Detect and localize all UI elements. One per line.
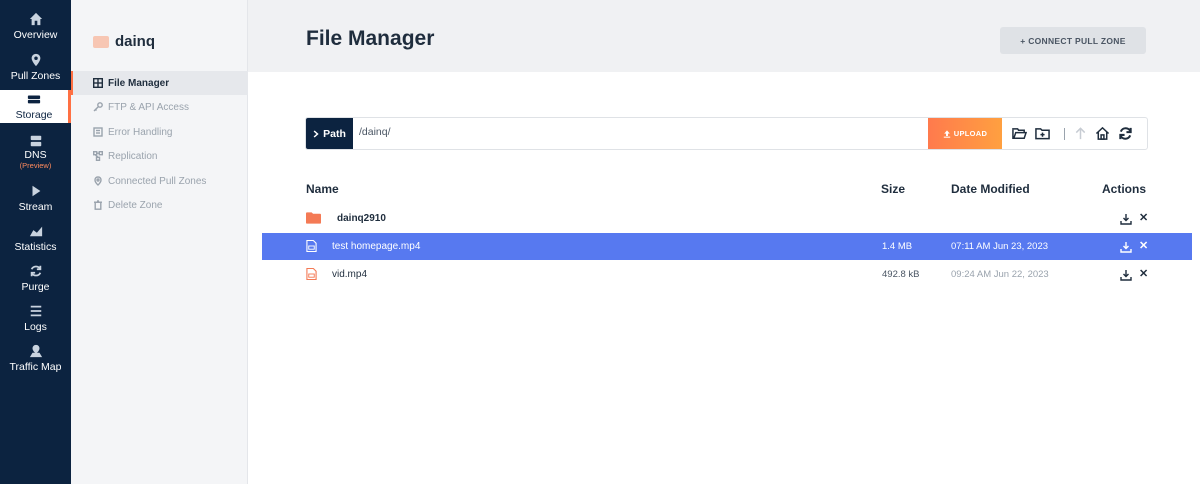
path-bar: Path /dainq/ UPLOAD (305, 117, 1148, 150)
zone-menu-label: Delete Zone (108, 199, 163, 211)
zone-menu-label: Connected Pull Zones (108, 175, 207, 187)
table-row[interactable]: dainq2910 ✕ (262, 205, 1192, 232)
nav-sublabel: (Preview) (19, 161, 52, 170)
nav-item-statistics[interactable]: Statistics (0, 222, 71, 262)
page-title: File Manager (306, 27, 435, 50)
table-row[interactable]: test homepage.mp4 1.4 MB 07:11 AM Jun 23… (262, 233, 1192, 260)
file-name[interactable]: test homepage.mp4 (332, 241, 420, 252)
column-header-name[interactable]: Name (306, 182, 339, 196)
trash-icon (94, 200, 102, 210)
zone-menu-file-manager[interactable]: File Manager (71, 71, 248, 95)
file-size: 492.8 kB (882, 269, 920, 280)
nav-label: Storage (15, 109, 53, 121)
file-name[interactable]: vid.mp4 (332, 269, 367, 280)
zone-menu-ftp-api[interactable]: FTP & API Access (71, 95, 248, 119)
zone-menu-delete-zone[interactable]: Delete Zone (71, 193, 248, 217)
nav-label: Traffic Map (9, 361, 62, 373)
nav-item-pull-zones[interactable]: Pull Zones (0, 51, 71, 91)
zone-name: dainq (115, 33, 155, 50)
nav-label: Overview (13, 29, 58, 41)
zone-title: dainq (93, 33, 155, 50)
upload-label: UPLOAD (953, 129, 988, 138)
column-header-date-modified[interactable]: Date Modified (951, 182, 1030, 196)
zone-menu-label: File Manager (108, 77, 170, 89)
file-size: 1.4 MB (882, 241, 913, 252)
column-header-actions: Actions (1102, 182, 1147, 196)
delete-icon[interactable]: ✕ (1139, 239, 1148, 252)
play-icon (32, 185, 40, 197)
grid-icon (93, 78, 103, 88)
folder-icon (306, 212, 321, 224)
nav-item-logs[interactable]: Logs (0, 302, 71, 342)
delete-icon[interactable]: ✕ (1139, 267, 1148, 280)
zone-menu-label: Replication (108, 150, 158, 162)
download-icon[interactable] (1120, 268, 1132, 281)
map-pin-icon (29, 344, 42, 358)
video-file-icon (306, 239, 317, 253)
upload-button[interactable]: UPLOAD (928, 118, 1002, 149)
zone-panel: dainq File Manager FTP & API Access Erro… (71, 0, 248, 484)
zone-menu-connected-pull-zones[interactable]: Connected Pull Zones (71, 169, 248, 193)
nav-label: DNS (24, 149, 47, 161)
file-date: 07:11 AM Jun 23, 2023 (951, 241, 1049, 252)
path-input[interactable]: /dainq/ (359, 126, 391, 138)
location-pin-icon (94, 176, 102, 186)
download-icon[interactable] (1120, 212, 1132, 225)
nav-label: Logs (24, 321, 47, 333)
table-row[interactable]: vid.mp4 492.8 kB 09:24 AM Jun 22, 2023 ✕ (262, 261, 1192, 288)
nav-item-overview[interactable]: Overview (0, 10, 71, 50)
file-name[interactable]: dainq2910 (337, 213, 386, 224)
folder-icon (93, 35, 109, 48)
nav-label: Stream (18, 201, 53, 213)
open-folder-icon[interactable] (1012, 126, 1028, 141)
column-header-size[interactable]: Size (881, 182, 905, 196)
path-label-text: Path (323, 127, 346, 140)
server-icon (30, 135, 41, 147)
nav-item-purge[interactable]: Purge (0, 262, 71, 302)
zone-menu-error-handling[interactable]: Error Handling (71, 120, 248, 144)
nav-label: Purge (21, 281, 50, 293)
connect-pull-zone-button[interactable]: + CONNECT PULL ZONE (1000, 27, 1146, 54)
chevron-right-icon (313, 129, 319, 138)
network-icon (93, 151, 103, 161)
zone-menu-replication[interactable]: Replication (71, 144, 248, 168)
zone-menu-label: Error Handling (108, 126, 173, 138)
arrow-up-icon[interactable] (1073, 126, 1088, 141)
delete-icon[interactable]: ✕ (1139, 211, 1148, 224)
nav-item-storage[interactable]: Storage (0, 90, 71, 123)
list-icon (30, 305, 41, 317)
location-pin-icon (31, 53, 40, 67)
refresh-icon[interactable] (1118, 126, 1133, 141)
video-file-icon (306, 267, 317, 281)
home-icon (29, 12, 42, 26)
file-date: 09:24 AM Jun 22, 2023 (951, 269, 1049, 280)
new-folder-icon[interactable] (1035, 126, 1050, 141)
path-label: Path (306, 118, 353, 149)
nav-label: Statistics (14, 241, 57, 253)
storage-drive-icon (27, 95, 41, 104)
refresh-icon (30, 265, 41, 277)
upload-icon (943, 129, 950, 138)
key-icon (93, 102, 103, 112)
nav-label: Pull Zones (10, 70, 61, 82)
nav-item-dns[interactable]: DNS (Preview) (0, 132, 71, 172)
chart-icon (29, 226, 42, 237)
nav-item-traffic-map[interactable]: Traffic Map (0, 342, 71, 382)
page-header: File Manager + CONNECT PULL ZONE (248, 0, 1200, 72)
main-nav: Overview Pull Zones Storage DNS (Preview… (0, 0, 71, 484)
home-icon[interactable] (1095, 126, 1110, 141)
download-icon[interactable] (1120, 240, 1132, 253)
nav-item-stream[interactable]: Stream (0, 182, 71, 222)
toolbar-divider (1064, 128, 1065, 140)
zone-menu-label: FTP & API Access (108, 101, 189, 113)
document-icon (93, 127, 103, 137)
